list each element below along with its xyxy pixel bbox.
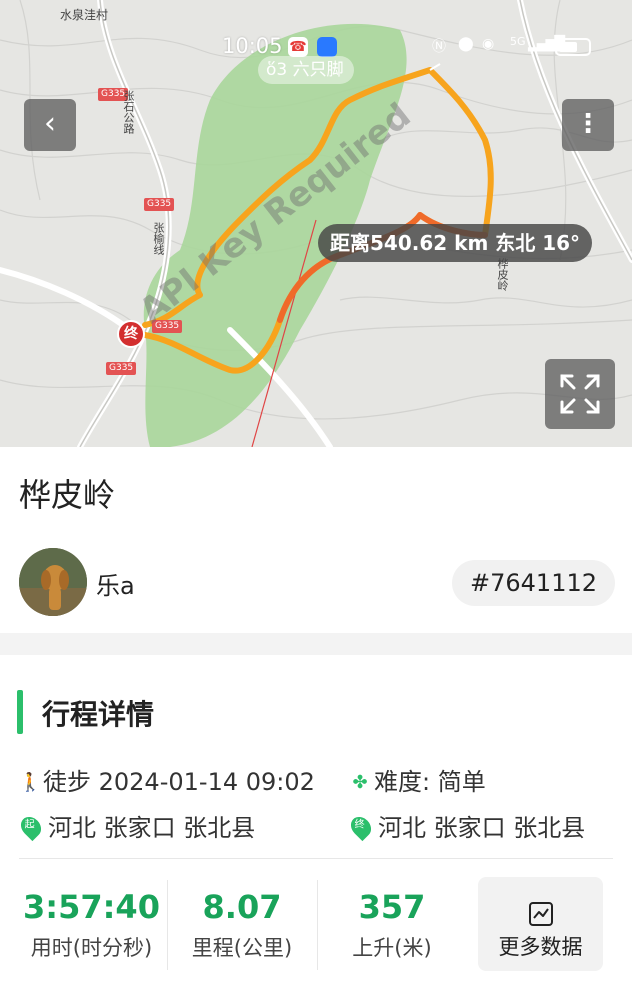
map-road-tag: G335 <box>106 362 137 375</box>
missed-call-icon: ☎ <box>288 37 308 57</box>
start-pin-label: 起 <box>24 819 35 831</box>
network-type: 5G <box>510 35 526 48</box>
difficulty-text: 难度: 简单 <box>374 768 486 796</box>
fullscreen-button[interactable] <box>545 359 615 429</box>
end-pin-label: 终 <box>354 819 365 831</box>
stat-duration: 3:57:40 用时(时分秒) <box>19 888 164 962</box>
ascent-value: 357 <box>358 888 426 926</box>
stat-ascent: 357 上升(米) <box>318 888 466 962</box>
map-label-village: 水泉洼村 <box>60 8 109 22</box>
location-icon: ⬤ <box>458 36 474 52</box>
nfc-icon: Ⓝ <box>432 39 446 55</box>
stats-divider <box>19 858 613 859</box>
start-location-text: 河北 张家口 张北县 <box>48 814 256 842</box>
route-map[interactable]: 水泉洼村 G335 G335 G335 G335 张石公路 张榆线 桦皮岭 AP… <box>0 0 632 447</box>
end-location-text: 河北 张家口 张北县 <box>378 814 586 842</box>
hiking-icon: 🚶 <box>19 772 42 793</box>
chevron-left-icon: ‹ <box>44 106 56 141</box>
watermark-text: 六只脚 <box>292 60 344 80</box>
ascent-label: 上升(米) <box>352 936 432 960</box>
vpn-icon <box>317 37 337 57</box>
map-road-name: 张榆线 <box>152 222 165 255</box>
hotspot-icon: ◉ <box>482 36 495 52</box>
avatar-image <box>19 548 87 616</box>
clover-icon: ✤ <box>352 772 368 793</box>
stat-distance: 8.07 里程(公里) <box>168 888 316 962</box>
map-place-label: 桦皮岭 <box>496 258 509 291</box>
start-pin-icon: 起 <box>16 812 46 842</box>
end-pin-icon: 终 <box>346 812 376 842</box>
footprint-icon: ὅ3 <box>266 60 293 80</box>
start-location-info: 起 河北 张家口 张北县 <box>16 808 256 843</box>
battery-icon <box>555 38 591 56</box>
more-vertical-icon: ⋮ <box>575 109 601 139</box>
section-title: 行程详情 <box>42 698 155 731</box>
more-options-button[interactable]: ⋮ <box>562 99 614 151</box>
user-avatar[interactable] <box>19 548 87 616</box>
activity-info: 🚶徒步 2024-01-14 09:02 <box>19 762 315 797</box>
map-road-tag: G335 <box>144 198 175 211</box>
more-data-button[interactable]: 更多数据 <box>478 877 603 971</box>
end-location-info: 终 河北 张家口 张北县 <box>346 808 586 843</box>
activity-text: 徒步 2024-01-14 09:02 <box>43 768 315 796</box>
user-name[interactable]: 乐a <box>96 566 135 601</box>
distance-value: 8.07 <box>202 888 282 926</box>
distance-direction-tag: 距离540.62 km 东北 16° <box>318 224 593 262</box>
status-time: 10:05 <box>222 34 283 58</box>
back-button[interactable]: ‹ <box>24 99 76 151</box>
line-chart-icon <box>528 902 553 926</box>
distance-label: 里程(公里) <box>191 936 293 960</box>
section-divider <box>0 633 632 655</box>
expand-icon <box>560 374 600 414</box>
section-accent-bar <box>17 690 23 734</box>
duration-label: 用时(时分秒) <box>30 936 153 960</box>
difficulty-info: ✤ 难度: 简单 <box>350 762 486 797</box>
duration-value: 3:57:40 <box>23 888 160 926</box>
app-watermark: ὅ3 六只脚 <box>258 56 354 84</box>
map-road-name: 张石公路 <box>122 90 135 134</box>
more-data-label: 更多数据 <box>498 935 583 959</box>
end-marker-icon[interactable]: 终 <box>117 320 145 348</box>
route-title: 桦皮岭 <box>19 476 116 514</box>
track-id-badge[interactable]: #7641112 <box>452 560 615 606</box>
